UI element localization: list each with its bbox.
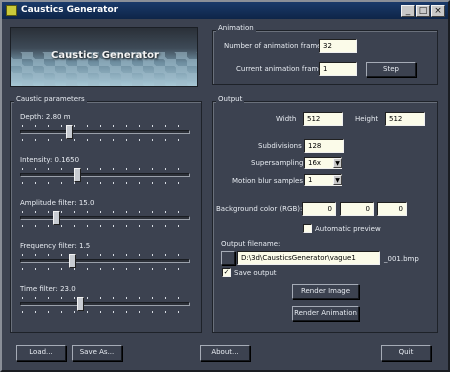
slider-label: Amplitude filter: 15.0 [20, 199, 95, 207]
minimize-button[interactable]: _ [401, 5, 415, 17]
slider-thumb[interactable] [73, 168, 81, 182]
save-output-label: Save output [234, 269, 277, 277]
width-input[interactable]: 512 [303, 112, 343, 126]
step-button[interactable]: Step [366, 62, 416, 77]
filename-suffix: _001.bmp [384, 255, 419, 263]
render-image-button[interactable]: Render Image [292, 284, 359, 299]
maximize-button[interactable]: □ [416, 5, 430, 17]
slider-thumb[interactable] [52, 211, 60, 225]
browse-button[interactable] [221, 251, 235, 265]
height-label: Height [355, 115, 379, 123]
slider-ticks-top [22, 125, 188, 127]
slider-label: Frequency filter: 1.5 [20, 242, 91, 250]
slider-ticks-bottom [22, 182, 188, 184]
slider-ticks-top [22, 297, 188, 299]
quit-button[interactable]: Quit [381, 345, 431, 361]
subdivisions-input[interactable]: 128 [304, 139, 344, 153]
close-button[interactable]: × [431, 5, 445, 17]
slider-ticks-top [22, 211, 188, 213]
output-filename-input[interactable]: D:\3d\CausticsGenerator\vague1 [237, 251, 380, 265]
app-icon [6, 5, 17, 16]
motion-blur-value: 1 [308, 176, 313, 184]
slider-track[interactable] [20, 302, 190, 306]
banner-title: Caustics Generator [51, 50, 159, 61]
automatic-preview-checkbox[interactable] [303, 224, 312, 233]
bg-blue-input[interactable]: 0 [377, 202, 407, 216]
bg-green-input[interactable]: 0 [340, 202, 374, 216]
frames-input[interactable]: 32 [319, 39, 357, 53]
output-filename-label: Output filename: [221, 240, 281, 248]
subdivisions-label: Subdivisions [258, 142, 302, 150]
height-input[interactable]: 512 [385, 112, 425, 126]
slider-ticks-top [22, 254, 188, 256]
slider-track[interactable] [20, 130, 190, 134]
frames-label: Number of animation frames [224, 42, 326, 50]
save-output-checkbox[interactable]: ✓ [222, 268, 231, 277]
supersampling-label: Supersampling [251, 159, 304, 167]
save-as-button[interactable]: Save As... [72, 345, 122, 361]
title-bar[interactable]: Caustics Generator _ □ × [2, 2, 448, 19]
current-frame-label: Current animation frame [236, 65, 323, 73]
slider-ticks-bottom [22, 139, 188, 141]
window-title: Caustics Generator [21, 5, 119, 15]
save-output-check-icon: ✓ [223, 268, 230, 276]
slider-label: Depth: 2.80 m [20, 113, 71, 121]
supersampling-dropdown-icon[interactable]: ▼ [333, 158, 342, 168]
slider-track[interactable] [20, 259, 190, 263]
automatic-preview-label: Automatic preview [315, 225, 381, 233]
slider-ticks-bottom [22, 225, 188, 227]
slider-ticks-bottom [22, 311, 188, 313]
slider-track[interactable] [20, 216, 190, 220]
slider-thumb[interactable] [68, 254, 76, 268]
slider-track[interactable] [20, 173, 190, 177]
output-group-title: Output [216, 95, 245, 103]
slider-thumb[interactable] [77, 297, 85, 311]
render-animation-button[interactable]: Render Animation [292, 306, 359, 321]
about-button[interactable]: About... [200, 345, 250, 361]
width-label: Width [276, 115, 297, 123]
supersampling-value: 16x [308, 159, 322, 167]
slider-ticks-bottom [22, 268, 188, 270]
animation-group-title: Animation [216, 24, 256, 32]
background-color-label: Background color (RGB): [216, 205, 303, 213]
slider-label: Time filter: 23.0 [20, 285, 76, 293]
caustic-parameters-title: Caustic parameters [14, 95, 87, 103]
slider-label: Intensity: 0.1650 [20, 156, 80, 164]
slider-thumb[interactable] [65, 125, 73, 139]
slider-ticks-top [22, 168, 188, 170]
load-button[interactable]: Load... [16, 345, 66, 361]
motion-blur-label: Motion blur samples [232, 177, 303, 185]
motion-blur-dropdown-icon[interactable]: ▼ [333, 175, 342, 185]
banner-image: Caustics Generator [10, 27, 198, 87]
bg-red-input[interactable]: 0 [302, 202, 336, 216]
current-frame-input[interactable]: 1 [319, 62, 357, 76]
